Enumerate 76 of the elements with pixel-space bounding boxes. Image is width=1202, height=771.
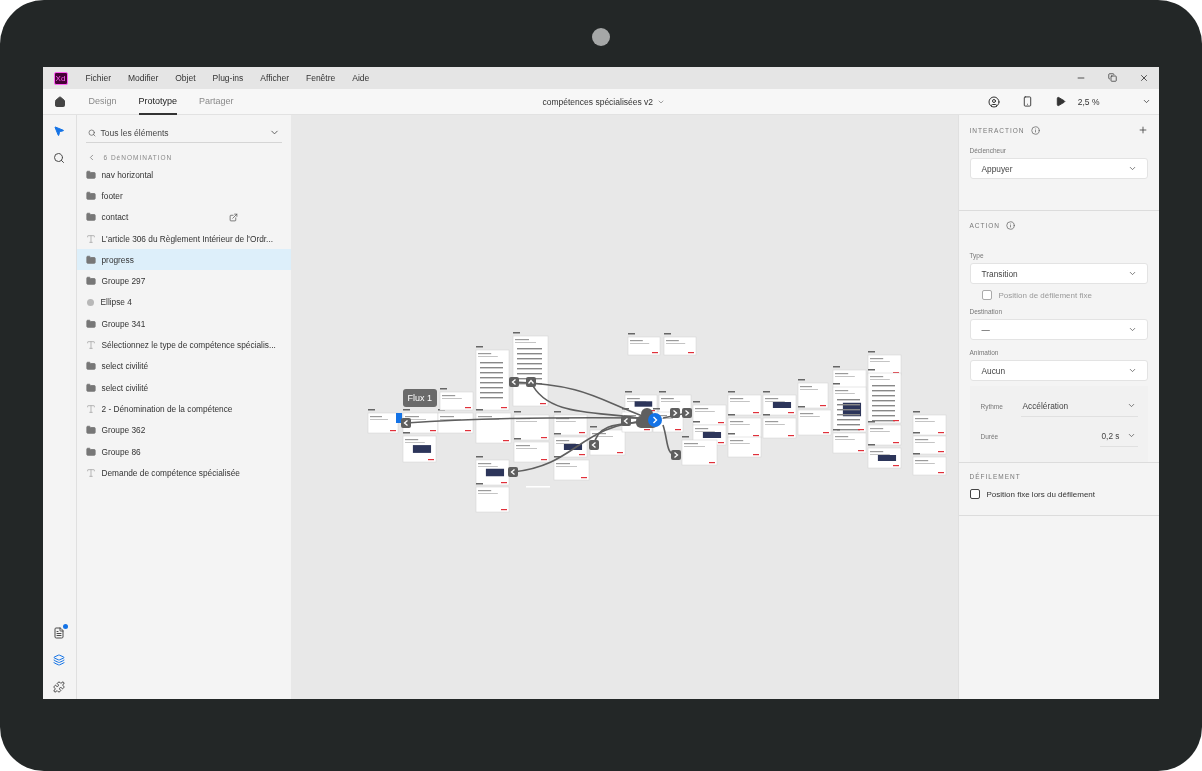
flow-label[interactable]: Flux 1 — [402, 389, 437, 407]
text-icon — [85, 403, 96, 414]
duration-dropdown[interactable]: 0,2 s — [1099, 425, 1138, 447]
layer-item[interactable]: Sélectionnez le type de compétence spécialis... — [76, 334, 291, 356]
menu-item[interactable]: Aide — [352, 73, 370, 83]
menu-item[interactable]: Fichier — [85, 73, 111, 83]
layer-item[interactable]: Groupe 86 — [76, 440, 291, 463]
folder-icon — [85, 169, 96, 180]
layer-item[interactable]: L'article 306 du Règlement Intérieur de l'Ordr... — [76, 227, 291, 250]
search-icon — [87, 128, 96, 137]
folder-icon — [85, 318, 96, 329]
chevron-down-icon — [1127, 164, 1137, 173]
chevron-down-icon[interactable] — [1141, 97, 1151, 106]
folder-icon — [85, 382, 96, 393]
document-icon[interactable] — [53, 627, 65, 639]
chevron-down-icon — [1126, 401, 1136, 410]
trigger-dropdown[interactable]: Appuyer — [969, 158, 1148, 179]
play-icon[interactable] — [1054, 96, 1066, 107]
menu-item[interactable]: Objet — [175, 73, 196, 83]
layers-icon[interactable] — [53, 654, 65, 666]
layer-item[interactable]: progress — [76, 249, 291, 271]
app-logo: Xd — [53, 71, 68, 85]
text-icon — [85, 340, 96, 350]
folder-icon — [85, 425, 96, 436]
layer-item[interactable]: select civilité — [76, 376, 291, 399]
select-tool-icon[interactable] — [53, 125, 65, 137]
info-icon[interactable] — [1030, 125, 1040, 135]
checkbox-label: Position fixe lors du défilement — [986, 489, 1095, 499]
chevron-down-icon — [1127, 325, 1137, 334]
search-icon[interactable] — [53, 152, 65, 164]
chevron-down-icon — [1127, 366, 1137, 375]
folder-icon — [85, 254, 96, 265]
text-icon — [85, 233, 96, 244]
layer-item[interactable]: Ellipse 4 — [76, 291, 291, 314]
layer-item[interactable]: contact — [76, 206, 291, 228]
layer-item[interactable]: select civilité — [76, 355, 291, 377]
text-icon — [85, 467, 96, 478]
menu-item[interactable]: Afficher — [260, 73, 289, 83]
folder-icon — [85, 190, 96, 201]
menu-item[interactable]: Plug-ins — [212, 73, 244, 83]
destination-dropdown[interactable]: — — [969, 319, 1148, 340]
restore-icon[interactable] — [1107, 73, 1117, 82]
info-icon[interactable] — [1006, 221, 1016, 230]
camera-dot — [592, 28, 610, 46]
add-icon[interactable] — [1137, 125, 1148, 135]
layer-item[interactable]: Groupe 362 — [76, 419, 291, 441]
plugins-icon[interactable] — [53, 681, 65, 693]
checkbox[interactable] — [969, 489, 980, 499]
external-link-icon[interactable] — [228, 212, 238, 222]
close-icon[interactable] — [1138, 73, 1149, 83]
menu-item[interactable]: Fenêtre — [305, 73, 336, 83]
folder-icon — [85, 212, 96, 223]
layer-item[interactable]: Groupe 297 — [76, 270, 291, 292]
zoom-value[interactable]: 2,5 % — [1077, 96, 1100, 107]
chevron-down-icon — [1127, 269, 1137, 278]
home-icon[interactable] — [53, 95, 66, 108]
layer-search-field[interactable]: Tous les éléments — [85, 123, 282, 143]
layer-item[interactable]: Groupe 341 — [76, 313, 291, 335]
type-dropdown[interactable]: Transition — [969, 263, 1148, 284]
folder-icon — [85, 361, 96, 372]
easing-dropdown[interactable]: Accélération — [1020, 395, 1138, 417]
menu-item[interactable]: Modifier — [128, 73, 159, 83]
layer-item[interactable]: footer — [76, 185, 291, 207]
layer-item[interactable]: 2 - Dénomination de la compétence — [76, 398, 291, 420]
document-title[interactable]: compétences spécialisées v2 — [542, 97, 654, 107]
chevron-down-icon — [1126, 431, 1136, 440]
layer-item[interactable]: Demande de compétence spécialisée — [76, 462, 291, 484]
user-icon[interactable] — [987, 95, 1000, 108]
animation-dropdown[interactable]: Aucun — [969, 360, 1148, 381]
folder-icon — [85, 446, 96, 457]
checkbox-label: Position de défilement fixe — [998, 290, 1092, 300]
chevron-down-icon[interactable] — [657, 98, 666, 106]
ellipse-icon — [86, 298, 94, 306]
phone-icon[interactable] — [1021, 96, 1033, 107]
layer-item[interactable]: nav horizontal — [76, 164, 291, 186]
folder-icon — [85, 276, 96, 287]
